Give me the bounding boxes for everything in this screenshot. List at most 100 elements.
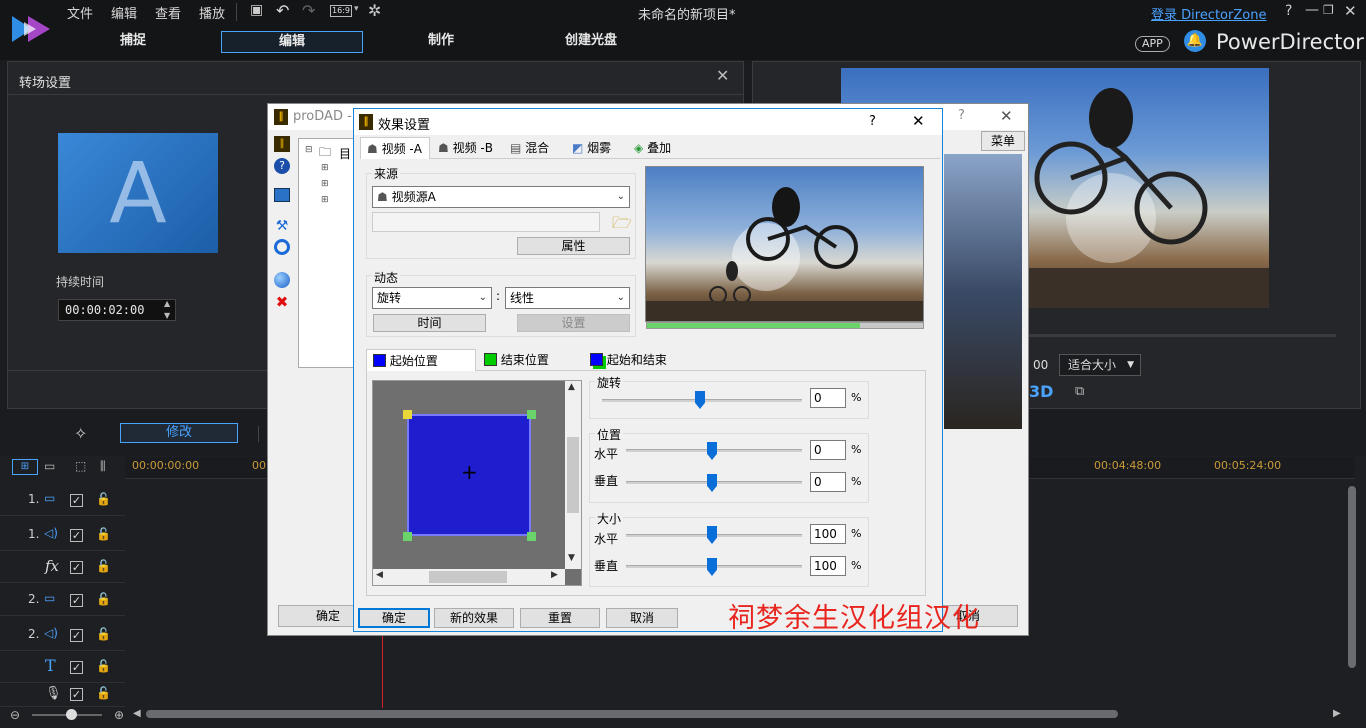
curve-select[interactable]: 线性 ⌄ <box>505 287 630 309</box>
position-box[interactable]: + <box>407 414 531 536</box>
snapshot-icon[interactable]: ⧉ <box>1075 384 1084 399</box>
scroll-left-icon[interactable]: ◀ <box>376 570 383 580</box>
tab-overlay[interactable]: ◈ 叠加 <box>628 137 690 159</box>
track-enable-checkbox[interactable]: ✓ <box>70 688 83 701</box>
scroll-up-icon[interactable]: ▲ <box>568 382 575 392</box>
canvas-vscrollbar[interactable]: ▲ ▼ <box>565 381 581 569</box>
tab-edit[interactable]: 编辑 <box>221 31 363 53</box>
size-horizontal-input[interactable]: 100 <box>810 524 846 544</box>
monitor-icon[interactable] <box>274 188 290 202</box>
source-path-field[interactable] <box>372 212 600 232</box>
zoom-slider-thumb[interactable] <box>66 709 77 720</box>
prodad-menu-button[interactable]: 菜单 <box>981 131 1025 151</box>
tab-smoke[interactable]: ◩ 烟雾 <box>566 137 626 159</box>
vertical-scrollbar[interactable] <box>1348 486 1356 668</box>
lock-icon[interactable]: 🔓 <box>96 527 111 541</box>
track-enable-checkbox[interactable]: ✓ <box>70 629 83 642</box>
handle-top-left[interactable] <box>403 410 412 419</box>
minimize-icon[interactable]: — <box>1305 2 1319 18</box>
modify-button[interactable]: 修改 <box>120 423 238 443</box>
size-vertical-input[interactable]: 100 <box>810 556 846 576</box>
effect-help-icon[interactable]: ? <box>869 114 876 129</box>
undo-icon[interactable]: ↶ <box>276 1 289 20</box>
menu-file[interactable]: 文件 <box>67 3 93 22</box>
settings-ring-icon[interactable] <box>274 239 290 255</box>
tree-expand-icon[interactable]: ⊞ <box>321 163 329 173</box>
cancel-button[interactable]: 取消 <box>606 608 678 628</box>
motion-select[interactable]: 旋转 ⌄ <box>372 287 492 309</box>
close-icon[interactable]: ✕ <box>1344 2 1357 20</box>
duration-input[interactable]: 00:00:02:00 <box>58 299 176 321</box>
lock-icon[interactable]: 🔓 <box>96 492 111 506</box>
tab-start-and-end[interactable]: 起始和结束 <box>584 349 680 371</box>
maximize-icon[interactable]: ❐ <box>1323 3 1334 17</box>
lock-icon[interactable]: 🔓 <box>96 592 111 606</box>
save-icon[interactable]: ▣ <box>250 2 263 18</box>
aspect-ratio-button[interactable]: 16:9 <box>330 5 352 17</box>
rotate-input[interactable]: 0 <box>810 388 846 408</box>
tree-expand-icon[interactable]: ⊞ <box>321 179 329 189</box>
pos-vertical-input[interactable]: 0 <box>810 472 846 492</box>
stepper-down-icon[interactable]: ▼ <box>164 311 170 320</box>
prodad-tree[interactable]: ⊟ 🗀 目 ⊞ ⊞ ⊞ <box>298 138 354 368</box>
magic-tool-icon[interactable]: ✧ <box>74 424 87 443</box>
globe-icon[interactable] <box>274 272 290 288</box>
handle-bottom-left[interactable] <box>403 532 412 541</box>
tab-video-b[interactable]: ☗ 视频 -B <box>432 137 502 159</box>
scroll-right-icon[interactable]: ▶ <box>1333 708 1341 719</box>
handle-bottom-right[interactable] <box>527 532 536 541</box>
fit-timeline-icon[interactable]: ⬚ <box>75 459 86 473</box>
track-enable-checkbox[interactable]: ✓ <box>70 561 83 574</box>
menu-view[interactable]: 查看 <box>155 3 181 22</box>
canvas-hscrollbar[interactable]: ◀ ▶ <box>373 569 565 585</box>
handle-top-right[interactable] <box>527 410 536 419</box>
fit-size-select[interactable]: 适合大小 ▼ <box>1059 354 1141 376</box>
panel-close-icon[interactable]: ✕ <box>716 66 729 85</box>
lock-icon[interactable]: 🔓 <box>96 559 111 573</box>
redo-icon[interactable]: ↷ <box>302 1 315 20</box>
track-enable-checkbox[interactable]: ✓ <box>70 529 83 542</box>
lock-icon[interactable]: 🔓 <box>96 627 111 641</box>
info-icon[interactable]: ? <box>274 158 290 174</box>
source-select[interactable]: ☗ 视频源A ⌄ <box>372 186 630 208</box>
vscroll-thumb[interactable] <box>567 437 579 513</box>
zoom-out-icon[interactable]: ⊖ <box>10 708 20 722</box>
storyboard-icon[interactable]: ▭ <box>44 459 55 473</box>
track-enable-checkbox[interactable]: ✓ <box>70 661 83 674</box>
tools-icon[interactable]: ⚒ <box>274 218 290 234</box>
properties-button[interactable]: 属性 <box>517 237 630 255</box>
track-enable-checkbox[interactable]: ✓ <box>70 494 83 507</box>
time-button[interactable]: 时间 <box>373 314 486 332</box>
tree-root-label[interactable]: 目 <box>339 145 351 162</box>
bell-icon[interactable]: 🔔 <box>1184 30 1206 52</box>
effect-close-icon[interactable]: ✕ <box>912 112 925 130</box>
scroll-left-icon[interactable]: ◀ <box>133 708 141 719</box>
login-link[interactable]: 登录 DirectorZone <box>1151 4 1266 23</box>
help-icon[interactable]: ? <box>1285 3 1292 19</box>
scroll-down-icon[interactable]: ▼ <box>568 553 575 563</box>
menu-play[interactable]: 播放 <box>199 3 225 22</box>
settings-button[interactable]: 设置 <box>517 314 630 332</box>
3d-button[interactable]: 3D <box>1029 382 1053 401</box>
scroll-right-icon[interactable]: ▶ <box>551 570 558 580</box>
tab-blend[interactable]: ▤ 混合 <box>504 137 564 159</box>
tab-video-a[interactable]: ☗ 视频 -A <box>360 137 430 159</box>
tab-capture[interactable]: 捕捉 <box>62 31 204 53</box>
prodad-help-icon[interactable]: ? <box>958 108 965 123</box>
folder-open-icon[interactable]: 🗁 <box>612 212 632 239</box>
tree-collapse-icon[interactable]: ⊟ <box>305 145 313 155</box>
app-badge[interactable]: APP <box>1135 36 1170 52</box>
gear-icon[interactable]: ✲ <box>368 1 381 20</box>
pos-horizontal-input[interactable]: 0 <box>810 440 846 460</box>
new-effect-button[interactable]: 新的效果 <box>434 608 514 628</box>
menu-edit[interactable]: 编辑 <box>111 3 137 22</box>
chevron-down-icon[interactable]: ▾ <box>354 4 359 14</box>
marker-icon[interactable]: ⫼ <box>100 459 106 474</box>
reset-button[interactable]: 重置 <box>520 608 600 628</box>
horizontal-scrollbar[interactable] <box>146 710 1118 718</box>
ok-button[interactable]: 确定 <box>358 608 430 628</box>
tab-produce[interactable]: 制作 <box>370 31 512 53</box>
prodad-close-icon[interactable]: ✕ <box>1000 107 1013 125</box>
delete-icon[interactable]: ✖ <box>274 294 290 310</box>
tab-end-position[interactable]: 结束位置 <box>478 349 582 371</box>
